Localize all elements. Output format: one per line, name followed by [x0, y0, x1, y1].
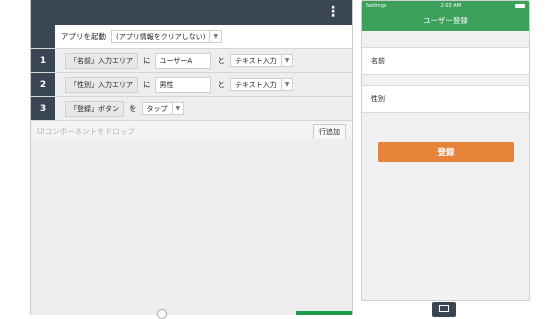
circle-icon — [157, 309, 167, 319]
launch-label: アプリを起動 — [61, 32, 106, 41]
step-action-select[interactable]: タップ ▼ — [141, 102, 185, 115]
step-value-input[interactable]: ユーザーA — [154, 52, 211, 69]
add-row-button[interactable]: 行追加 — [313, 123, 346, 140]
chevron-down-icon: ▼ — [209, 31, 221, 42]
step-action-value: テキスト入力 — [235, 80, 277, 89]
step-action-select[interactable]: テキスト入力 ▼ — [230, 78, 294, 91]
step-number: 3 — [31, 97, 55, 120]
launch-row: アプリを起動 (アプリ情報をクリアしない) ▼ — [31, 25, 352, 49]
step-action-select[interactable]: テキスト入力 ▼ — [230, 54, 294, 67]
step-row: 3 「登録」ボタン を タップ ▼ — [31, 97, 352, 121]
step-target[interactable]: 「名前」入力エリア — [65, 52, 138, 69]
step-action-value: タップ — [146, 104, 168, 113]
launch-option-value: (アプリ情報をクリアしない) — [116, 32, 206, 41]
drop-placeholder: UIコンポーネントをドロップ — [37, 127, 135, 136]
step-row: 1 「名前」入力エリア に ユーザーA と テキスト入力 ▼ — [31, 49, 352, 73]
step-particle: を — [129, 104, 137, 113]
status-bar: Settings 2:03 AM — [362, 1, 529, 10]
gender-label: 性別 — [371, 95, 385, 103]
name-field[interactable]: 名前 — [362, 47, 529, 75]
step-number: 2 — [31, 73, 55, 96]
test-editor-panel: ⋮ アプリを起動 (アプリ情報をクリアしない) ▼ 1 「名前」入力エリア に … — [30, 0, 353, 319]
editor-topbar: ⋮ — [31, 0, 352, 25]
page-title: ユーザー登録 — [362, 10, 529, 31]
step-particle: に — [143, 80, 151, 89]
register-button[interactable]: 登録 — [378, 142, 514, 162]
step-target[interactable]: 「性別」入力エリア — [65, 76, 138, 93]
vertical-ellipsis-icon[interactable]: ⋮ — [326, 3, 340, 21]
launch-option-select[interactable]: (アプリ情報をクリアしない) ▼ — [111, 30, 223, 43]
status-time: 2:03 AM — [440, 2, 462, 9]
row-gutter — [31, 25, 55, 48]
phone-preview: Settings 2:03 AM ユーザー登録 名前 性別 登録 — [361, 0, 530, 301]
step-connector: と — [217, 80, 226, 89]
step-particle: に — [143, 56, 151, 65]
editor-canvas — [31, 139, 352, 305]
step-number: 1 — [31, 49, 55, 72]
name-label: 名前 — [371, 57, 385, 65]
step-value-input[interactable]: 男性 — [154, 76, 211, 93]
gender-field[interactable]: 性別 — [362, 85, 529, 113]
status-carrier: Settings — [366, 2, 387, 9]
battery-icon — [514, 3, 525, 8]
step-row: 2 「性別」入力エリア に 男性 と テキスト入力 ▼ — [31, 73, 352, 97]
chevron-down-icon: ▼ — [171, 103, 184, 114]
chevron-down-icon: ▼ — [280, 55, 293, 66]
run-button[interactable] — [296, 311, 352, 315]
chevron-down-icon: ▼ — [280, 79, 293, 90]
step-action-value: テキスト入力 — [235, 56, 277, 65]
step-connector: と — [217, 56, 226, 65]
step-target[interactable]: 「登録」ボタン — [65, 100, 124, 117]
